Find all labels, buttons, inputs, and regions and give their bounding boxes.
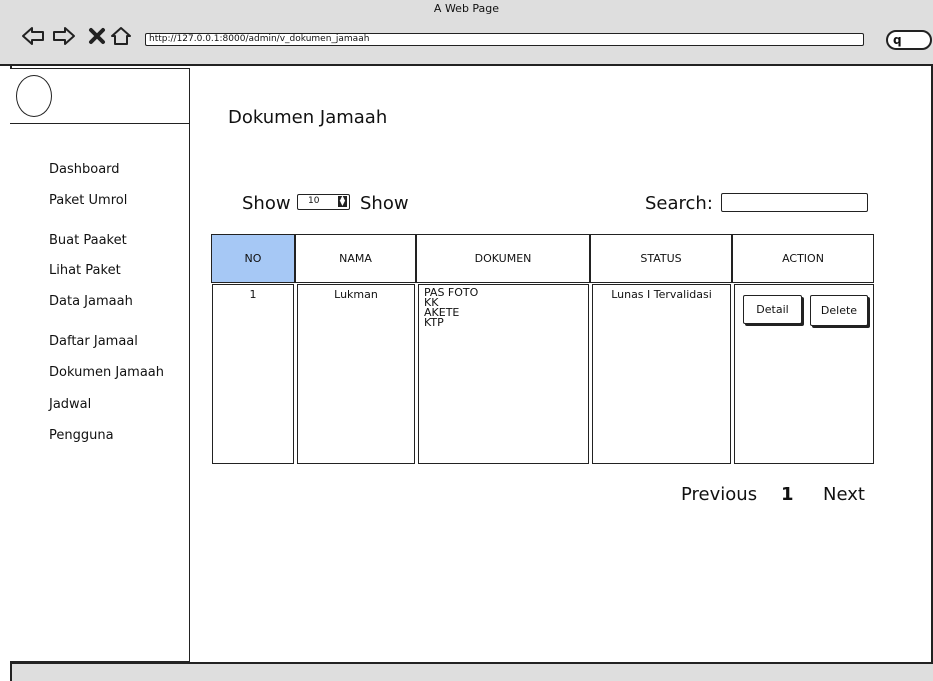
dokumen-item: KTP	[424, 316, 444, 329]
column-header-no[interactable]: NO	[211, 234, 295, 283]
sidebar-item-data-jamaah[interactable]: Data Jamaah	[49, 294, 133, 309]
entries-select-value: 10	[308, 196, 320, 206]
search-icon: q	[893, 33, 902, 47]
page-title: Dokumen Jamaah	[228, 107, 388, 128]
sidebar-item-paket-umroh[interactable]: Paket Umrol	[49, 193, 127, 208]
logo-placeholder	[16, 75, 52, 117]
sidebar-item-pengguna[interactable]: Pengguna	[49, 428, 114, 443]
forward-icon[interactable]	[51, 24, 77, 48]
cell-status: Lunas I Tervalidasi	[592, 284, 731, 464]
sidebar-item-lihat-paket[interactable]: Lihat Paket	[49, 263, 121, 278]
column-header-status[interactable]: STATUS	[590, 234, 732, 283]
cell-nama: Lukman	[297, 284, 415, 464]
sidebar-item-daftar-jamaah[interactable]: Daftar Jamaal	[49, 334, 138, 349]
spinner-icon: ▲ ▼	[338, 194, 347, 207]
browser-search-button[interactable]: q	[886, 30, 932, 50]
search-label: Search:	[645, 193, 713, 214]
show-label: Show	[242, 193, 291, 214]
sidebar-item-dokumen-jamaah[interactable]: Dokumen Jamaah	[49, 365, 164, 380]
search-input[interactable]	[721, 193, 868, 212]
current-page[interactable]: 1	[781, 484, 794, 505]
sidebar-item-jadwal[interactable]: Jadwal	[49, 397, 91, 412]
column-header-action[interactable]: ACTION	[732, 234, 874, 283]
sidebar-item-buat-paket[interactable]: Buat Paaket	[49, 233, 127, 248]
column-header-dokumen[interactable]: DOKUMEN	[416, 234, 590, 283]
browser-title: A Web Page	[433, 2, 500, 15]
dokumen-item: AKETE	[424, 306, 460, 319]
cell-no: 1	[212, 284, 294, 464]
cell-dokumen: PAS FOTO KK AKETE KTP	[418, 284, 589, 464]
delete-button[interactable]: Delete	[810, 295, 868, 326]
entries-select[interactable]: 10 ▲ ▼	[297, 194, 350, 210]
next-page-link[interactable]: Next	[823, 484, 865, 505]
detail-button[interactable]: Detail	[743, 295, 802, 324]
show-label-after: Show	[360, 193, 409, 214]
status-bar	[10, 662, 933, 681]
dokumen-item: PAS FOTO	[424, 286, 479, 299]
previous-page-link[interactable]: Previous	[681, 484, 757, 505]
home-icon[interactable]	[108, 24, 134, 48]
back-icon[interactable]	[20, 24, 46, 48]
address-bar[interactable]: http://127.0.0.1:8000/admin/v_dokumen_ja…	[145, 33, 864, 46]
close-icon[interactable]	[84, 24, 110, 48]
column-header-nama[interactable]: NAMA	[295, 234, 416, 283]
sidebar-item-dashboard[interactable]: Dashboard	[49, 162, 120, 177]
